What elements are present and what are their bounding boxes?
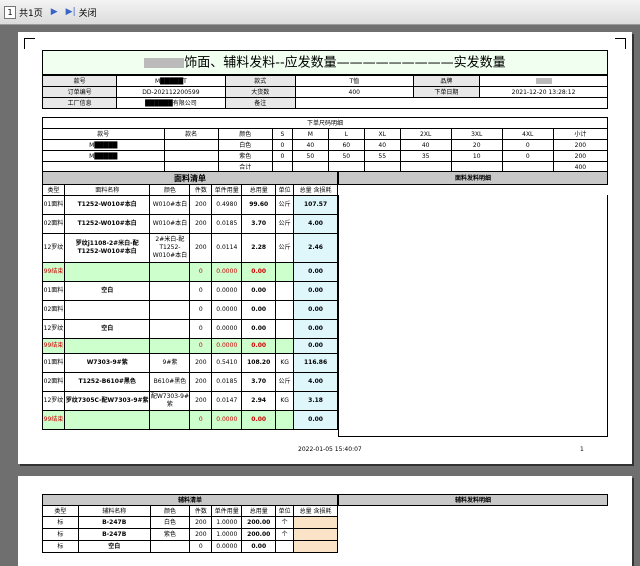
page-icon[interactable]: 1: [4, 5, 16, 19]
fabric-detail-table: 面料发料明细: [338, 171, 608, 185]
table-row: 12罗纹 罗纹7305C-配W7303-9#紫 配W7303-9#紫 200 0.014…: [42, 391, 338, 411]
title-table: 饰面、辅料发料--应发数量—————————实发数量: [42, 50, 608, 75]
table-row: M█████ 紫色 0 50 50 55 35 10 0 200: [42, 150, 609, 162]
accessory-detail-table: 辅料发料明细: [338, 494, 608, 506]
accessory-caption: 辅料清单: [42, 494, 338, 506]
accessory-detail-caption: 辅料发料明细: [338, 494, 608, 506]
report-page-2: 辅料清单 类型 辅料名称 颜色 件数 单件用量 总用量 单位 总量 含损耗 标 B-247B 白…: [18, 476, 632, 566]
table-row: 12罗纹 空白 0 0.0000 0.00 0.00: [42, 319, 338, 339]
crop-mark: [24, 38, 35, 49]
page-number: 1: [580, 446, 584, 453]
table-row: 99结束 0 0.0000 0.00 0.00: [42, 262, 338, 282]
table-row: 02面料 0 0.0000 0.00 0.00: [42, 300, 338, 320]
table-row: 01面料 空白 0 0.0000 0.00 0.00: [42, 281, 338, 301]
redacted-block: [535, 78, 552, 84]
table-row: 标 B-247B 紫色 200 1.0000 200.00 个: [42, 528, 338, 541]
table-row: 02面料 T1252-B610#黑色 B610#黑色 200 0.0185 3.70 公斤 4…: [42, 372, 338, 392]
order-info-table: 款号 M█████T 款式 T恤 品牌 订单编号 DD-202112200599…: [41, 75, 609, 109]
table-row: 01面料 T1252-W010#本白 W010#本白 200 0.4980 99.60 公斤…: [42, 195, 338, 215]
report-title: 饰面、辅料发料--应发数量—————————实发数量: [43, 51, 608, 75]
accessory-list-table: 辅料清单 类型 辅料名称 颜色 件数 单件用量 总用量 单位 总量 含损耗 标 B-247B 白…: [42, 494, 338, 553]
fabric-detail-caption: 面料发料明细: [338, 171, 608, 185]
size-detail-table: 下单尺码明细 款号 款名 颜色 SML XL 2XL 3XL 4XL 小计 M█████ 白…: [42, 117, 609, 173]
next-page-icon[interactable]: ▶: [51, 7, 58, 17]
crop-mark: [615, 38, 626, 49]
fabric-caption: 面料清单: [42, 171, 338, 185]
table-row: 标空白 0 0.0000 0.00: [42, 540, 338, 553]
report-header: 饰面、辅料发料--应发数量—————————实发数量 款号 M█████T 款式…: [41, 50, 609, 173]
table-row: 99结束 0 0.0000 0.00 0.00: [42, 410, 338, 430]
table-row: 99结束 0 0.0000 0.00 0.00: [42, 338, 338, 354]
last-page-icon[interactable]: ▶|: [66, 7, 76, 17]
redacted-block: [144, 57, 185, 68]
viewer-toolbar: 1 共1页 ▶ ▶| 关闭: [0, 0, 640, 25]
table-row: 12罗纹 罗纹j1108-2#米白-配T1252-W010#本白 2#米白-配T12…: [42, 233, 338, 263]
table-row: 标 B-247B 白色 200 1.0000 200.00 个: [42, 516, 338, 529]
close-button[interactable]: 关闭: [79, 6, 97, 19]
report-page-1: 饰面、辅料发料--应发数量—————————实发数量 款号 M█████T 款式…: [18, 32, 632, 464]
table-row: 02面料 T1252-W010#本白 W010#本白 200 0.0185 3.70 公斤 4…: [42, 214, 338, 234]
table-row: 01面料 W7303-9#紫 9#紫 200 0.5410 108.20 KG 116.86: [42, 353, 338, 373]
fabric-detail-area: [338, 195, 608, 437]
fabric-list-table: 面料清单 类型 面料名称 颜色 件数 单件用量 总用量 单位 总量 含损耗 01面料 T125…: [42, 171, 338, 430]
print-datetime: 2022-01-05 15:40:07: [298, 446, 362, 453]
page-count-label: 共1页: [19, 8, 43, 19]
size-table-caption: 下单尺码明细: [42, 117, 608, 129]
table-row: M█████ 白色 0 40 60 40 40 20 0 200: [42, 139, 609, 151]
